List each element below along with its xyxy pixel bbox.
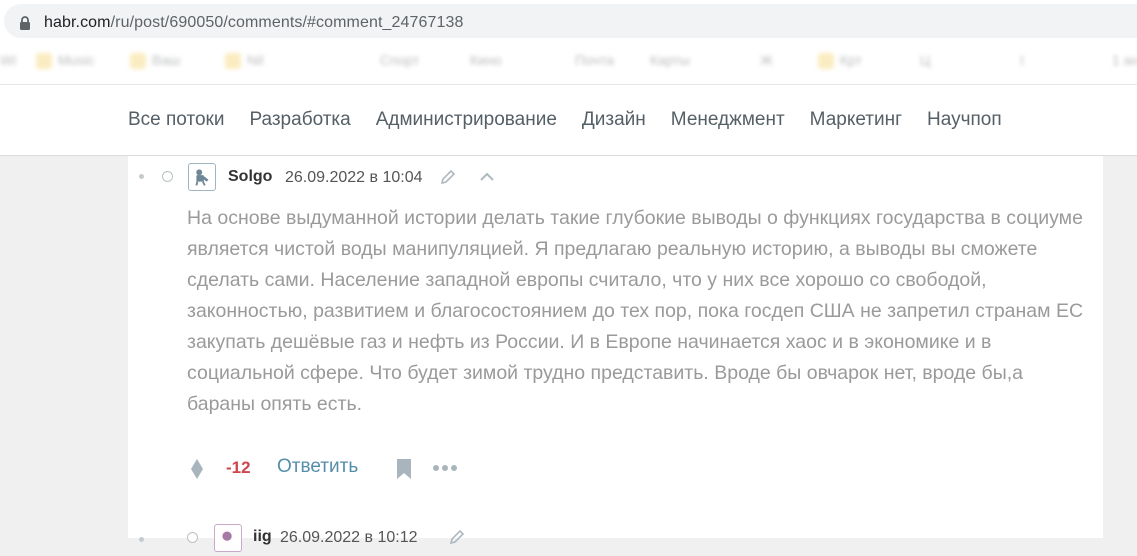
comment-score: -12 (226, 458, 251, 477)
nav-item-marketing[interactable]: Маркетинг (810, 109, 902, 131)
folder-icon (130, 53, 146, 70)
avatar[interactable] (214, 524, 242, 552)
chevron-up-icon[interactable] (478, 168, 496, 186)
comment-datetime[interactable]: 26.09.2022 в 10:12 (280, 529, 418, 547)
url-field[interactable]: habr.com/ru/post/690050/comments/#commen… (4, 4, 1137, 38)
url-host: habr.com (44, 14, 111, 31)
avatar[interactable] (188, 163, 216, 191)
more-options-icon[interactable] (432, 464, 458, 472)
nav-item-popular-science[interactable]: Научпоп (927, 109, 1002, 131)
pencil-icon[interactable] (439, 168, 457, 186)
nav-item-management[interactable]: Менеджмент (671, 109, 785, 131)
lock-icon[interactable] (17, 15, 33, 31)
user-avatar-icon (222, 531, 232, 541)
nav-item-administration[interactable]: Администрирование (376, 109, 557, 131)
comment-datetime[interactable]: 26.09.2022 в 10:04 (285, 169, 423, 187)
thread-ring[interactable] (162, 171, 173, 182)
site-nav: Все потоки Разработка Администрирование … (0, 85, 1137, 156)
bookmarks-bar: Wi Music Ваш Nil Спорт Кино Почта Карты … (0, 42, 1137, 84)
nav-item-all-flows[interactable]: Все потоки (128, 109, 224, 131)
url-path: /ru/post/690050/comments/#comment_247671… (110, 14, 464, 31)
folder-icon (225, 53, 241, 70)
bookmark-item[interactable]: Ж (760, 52, 773, 68)
bookmark-item[interactable]: Wi (0, 52, 16, 68)
bookmark-item[interactable]: Спорт (380, 52, 419, 68)
nav-list: Все потоки Разработка Администрирование … (128, 109, 1027, 131)
bookmark-icon[interactable] (396, 458, 412, 480)
bookmark-item[interactable]: Ваш (130, 52, 180, 70)
bookmark-item[interactable]: Ц (920, 52, 930, 68)
bookmark-item[interactable]: Music (36, 52, 95, 70)
bookmark-item[interactable]: 1 ан (1112, 52, 1137, 68)
nav-item-development[interactable]: Разработка (249, 109, 350, 131)
bookmark-item[interactable]: Кино (470, 52, 502, 68)
robot-avatar-icon (195, 169, 209, 186)
pencil-icon[interactable] (448, 528, 466, 546)
comment-author[interactable]: iig (253, 528, 272, 546)
folder-icon (36, 53, 52, 70)
url-text[interactable]: habr.com/ru/post/690050/comments/#commen… (44, 14, 464, 32)
nav-item-design[interactable]: Дизайн (582, 109, 646, 131)
comment-text: На основе выдуманной истории делать таки… (187, 207, 1084, 415)
reply-button[interactable]: Ответить (277, 456, 358, 478)
comments-panel: Solgo 26.09.2022 в 10:04 На основе выдум… (128, 156, 1103, 552)
comment-author[interactable]: Solgo (228, 168, 272, 186)
bookmark-item[interactable]: Почта (575, 52, 614, 68)
browser-address-bar: habr.com/ru/post/690050/comments/#commen… (0, 0, 1137, 42)
bookmark-item[interactable]: I (1020, 52, 1024, 68)
folder-icon (818, 53, 834, 70)
bookmark-item[interactable]: Nil (225, 52, 263, 70)
bookmark-item[interactable]: Крт (818, 52, 862, 70)
thread-dot (139, 174, 144, 179)
bookmark-item[interactable]: Карты (650, 52, 690, 68)
vote-diamond-icon[interactable] (190, 458, 204, 480)
